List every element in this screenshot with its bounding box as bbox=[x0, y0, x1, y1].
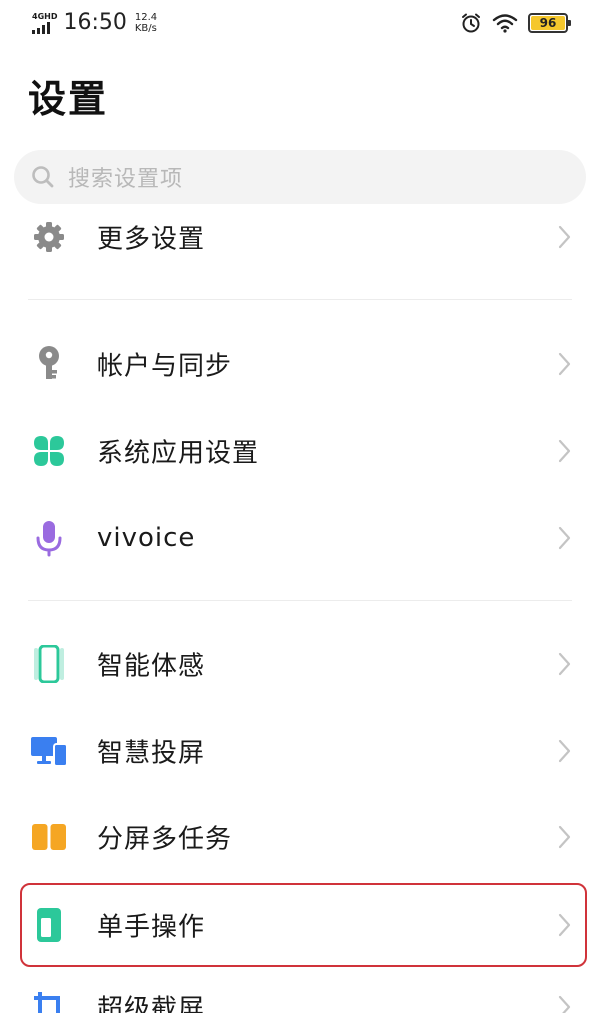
section-divider bbox=[28, 600, 572, 601]
settings-item-label: 智慧投屏 bbox=[97, 738, 206, 769]
settings-item-label: vivoice bbox=[97, 523, 196, 553]
one-hand-icon bbox=[30, 906, 68, 944]
network-speed: 12.4 KB/s bbox=[135, 12, 157, 34]
chevron-right-icon bbox=[558, 352, 571, 376]
chevron-right-icon bbox=[558, 913, 571, 937]
search-bar[interactable]: 搜索设置项 bbox=[14, 150, 586, 204]
network-indicator: 4GHD bbox=[32, 12, 57, 34]
settings-item-label: 智能体感 bbox=[97, 651, 206, 682]
section-divider bbox=[28, 299, 572, 300]
screen-cast-icon bbox=[30, 732, 68, 770]
screenshot-icon bbox=[30, 988, 68, 1013]
settings-item-label: 单手操作 bbox=[97, 912, 206, 943]
battery-level: 96 bbox=[531, 16, 565, 30]
chevron-right-icon bbox=[558, 825, 571, 849]
key-icon bbox=[30, 345, 68, 383]
settings-item-label: 系统应用设置 bbox=[97, 438, 260, 469]
settings-item-vivoice[interactable]: vivoice bbox=[0, 498, 600, 578]
settings-item-system-apps[interactable]: 系统应用设置 bbox=[0, 411, 600, 491]
settings-item-split-screen[interactable]: 分屏多任务 bbox=[0, 797, 600, 877]
settings-item-more-settings[interactable]: 更多设置 bbox=[0, 197, 600, 277]
chevron-right-icon bbox=[558, 995, 571, 1013]
settings-item-label: 分屏多任务 bbox=[97, 824, 233, 855]
status-bar-left: 4GHD 16:50 12.4 KB/s bbox=[32, 10, 157, 36]
settings-item-one-hand[interactable]: 单手操作 bbox=[0, 885, 600, 965]
search-placeholder: 搜索设置项 bbox=[68, 167, 184, 192]
signal-icon bbox=[32, 22, 50, 34]
settings-item-label: 帐户与同步 bbox=[97, 351, 233, 382]
alarm-icon bbox=[462, 13, 480, 33]
chevron-right-icon bbox=[558, 225, 571, 249]
split-screen-icon bbox=[30, 818, 68, 856]
battery-icon: 96 bbox=[528, 13, 571, 33]
network-speed-unit: KB/s bbox=[134, 23, 157, 34]
wifi-icon bbox=[492, 14, 518, 33]
settings-item-screen-cast[interactable]: 智慧投屏 bbox=[0, 711, 600, 791]
chevron-right-icon bbox=[558, 652, 571, 676]
settings-item-account-sync[interactable]: 帐户与同步 bbox=[0, 324, 600, 404]
apps-icon bbox=[30, 432, 68, 470]
network-type: 4GHD bbox=[32, 12, 58, 21]
smart-motion-icon bbox=[30, 645, 68, 683]
settings-item-label: 更多设置 bbox=[97, 224, 206, 255]
settings-item-screenshot[interactable]: 超级截屏 bbox=[0, 967, 600, 1013]
status-bar-right: 96 bbox=[460, 12, 571, 34]
chevron-right-icon bbox=[558, 739, 571, 763]
page-title: 设置 bbox=[28, 77, 109, 121]
microphone-icon bbox=[30, 519, 68, 557]
status-bar: 4GHD 16:50 12.4 KB/s 96 bbox=[0, 0, 600, 46]
chevron-right-icon bbox=[558, 439, 571, 463]
network-speed-value: 12.4 bbox=[134, 12, 158, 23]
settings-item-smart-motion[interactable]: 智能体感 bbox=[0, 624, 600, 704]
clock: 16:50 bbox=[63, 10, 127, 35]
search-icon bbox=[32, 166, 54, 188]
settings-item-label: 超级截屏 bbox=[97, 994, 206, 1013]
chevron-right-icon bbox=[558, 526, 571, 550]
gear-icon bbox=[30, 218, 68, 256]
